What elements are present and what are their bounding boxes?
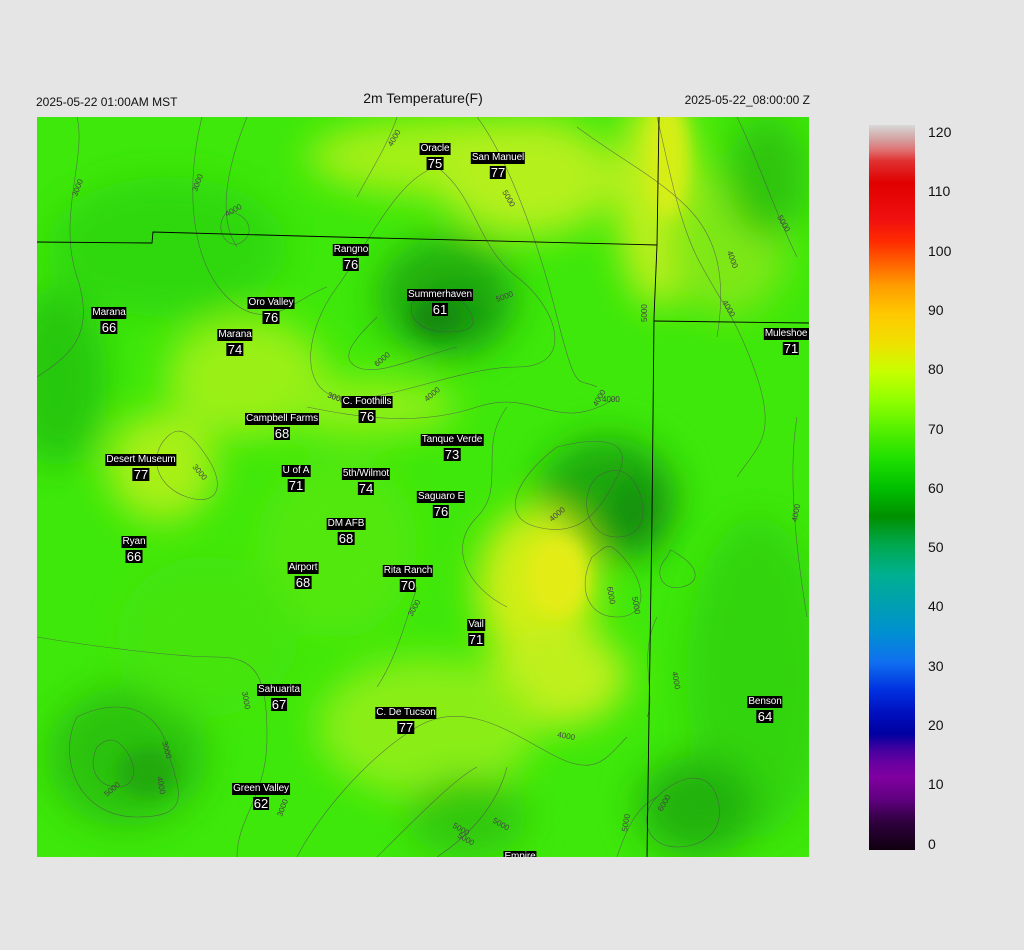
station-name: Ryan bbox=[121, 536, 147, 548]
station-name: 5th/Wilmot bbox=[341, 468, 391, 480]
station-marker: Campbell Farms 68 bbox=[245, 409, 319, 442]
station-temperature: 68 bbox=[273, 426, 291, 441]
station-marker: Benson 64 bbox=[747, 692, 783, 725]
station-temperature: 62 bbox=[252, 796, 270, 811]
station-temperature: 70 bbox=[399, 578, 417, 593]
station-temperature: 71 bbox=[467, 632, 485, 647]
station-temperature: 76 bbox=[358, 409, 376, 424]
colorbar-tick-label: 90 bbox=[928, 301, 944, 318]
station-name: Rangno bbox=[332, 244, 370, 256]
colorbar-tick-label: 10 bbox=[928, 776, 944, 793]
station-name: Marana bbox=[217, 329, 253, 341]
station-temperature: 68 bbox=[337, 531, 355, 546]
colorbar-tick-label: 60 bbox=[928, 479, 944, 496]
utc-time-label: 2025-05-22_08:00:00 Z bbox=[684, 93, 810, 107]
station-marker: C. Foothills 76 bbox=[341, 392, 393, 425]
station-marker: 5th/Wilmot 74 bbox=[341, 464, 391, 497]
station-name: Airport bbox=[287, 562, 319, 574]
colorbar-tick-label: 120 bbox=[928, 124, 952, 140]
station-marker: San Manuel 77 bbox=[470, 148, 526, 181]
station-temperature: 67 bbox=[270, 697, 288, 712]
station-marker: Oracle 75 bbox=[419, 139, 451, 172]
station-name: Benson bbox=[747, 696, 783, 708]
station-temperature: 76 bbox=[262, 310, 280, 325]
colorbar-tick-label: 110 bbox=[928, 183, 951, 200]
colorbar-tick-label: 70 bbox=[928, 420, 944, 437]
station-temperature: 77 bbox=[489, 165, 507, 180]
station-marker: Airport 68 bbox=[287, 558, 319, 591]
station-name: U of A bbox=[281, 465, 311, 477]
station-marker: C. De Tucson 77 bbox=[375, 703, 437, 736]
station-marker: Rita Ranch 70 bbox=[382, 561, 434, 594]
station-temperature: 71 bbox=[287, 478, 305, 493]
station-marker: Ryan 66 bbox=[121, 532, 147, 565]
colorbar-tick-label: 50 bbox=[928, 539, 944, 556]
station-temperature: 74 bbox=[226, 342, 244, 357]
station-marker: Desert Museum 77 bbox=[105, 450, 177, 483]
colorbar-tick-label: 30 bbox=[928, 657, 944, 674]
station-name: Saguaro E bbox=[416, 491, 466, 503]
station-temperature: 66 bbox=[100, 320, 118, 335]
colorbar-tick-label: 80 bbox=[928, 361, 944, 378]
station-name: Muleshoe R bbox=[763, 328, 809, 340]
station-temperature: 76 bbox=[342, 257, 360, 272]
station-temperature: 71 bbox=[782, 341, 800, 356]
station-marker: Saguaro E 76 bbox=[416, 487, 466, 520]
station-marker: Rangno 76 bbox=[332, 240, 370, 273]
station-marker: Empire bbox=[503, 847, 537, 857]
station-temperature: 77 bbox=[397, 720, 415, 735]
station-temperature: 76 bbox=[432, 504, 450, 519]
temperature-colorbar bbox=[869, 125, 915, 850]
station-name: Campbell Farms bbox=[245, 413, 319, 425]
contour-elevation-label: 4000 bbox=[602, 395, 620, 404]
station-temperature: 75 bbox=[426, 156, 444, 171]
station-name: San Manuel bbox=[470, 152, 526, 164]
station-temperature: 74 bbox=[357, 481, 375, 496]
station-name: Green Valley bbox=[232, 783, 290, 795]
station-name: Summerhaven bbox=[407, 289, 473, 301]
station-marker: Marana 74 bbox=[217, 325, 253, 358]
station-marker: Vail 71 bbox=[467, 615, 485, 648]
station-name: C. De Tucson bbox=[375, 707, 437, 719]
station-name: Rita Ranch bbox=[382, 565, 434, 577]
station-name: C. Foothills bbox=[341, 396, 393, 408]
station-marker: Sahuarita 67 bbox=[257, 680, 301, 713]
station-temperature: 73 bbox=[443, 447, 461, 462]
station-name: Sahuarita bbox=[257, 684, 301, 696]
station-marker: Summerhaven 61 bbox=[407, 285, 473, 318]
station-name: DM AFB bbox=[326, 518, 366, 530]
station-marker: Oro Valley 76 bbox=[247, 293, 295, 326]
contour-elevation-label: 5000 bbox=[640, 304, 649, 322]
colorbar-tick-label: 100 bbox=[928, 242, 952, 259]
station-marker: Muleshoe R71 bbox=[763, 324, 809, 357]
station-marker: Tanque Verde 73 bbox=[420, 430, 484, 463]
station-temperature: 64 bbox=[756, 709, 774, 724]
colorbar-tick-label: 40 bbox=[928, 598, 944, 615]
station-temperature: 66 bbox=[125, 549, 143, 564]
station-name: Empire bbox=[503, 851, 537, 857]
station-name: Vail bbox=[467, 619, 485, 631]
temperature-map: 3000 3000 4000 4000 4000 5000 6000 5000 4000 4000… bbox=[37, 117, 809, 857]
station-temperature: 68 bbox=[294, 575, 312, 590]
station-temperature: 61 bbox=[431, 302, 449, 317]
station-name: Marana bbox=[91, 307, 127, 319]
station-temperature: 77 bbox=[132, 467, 150, 482]
station-marker: Green Valley 62 bbox=[232, 779, 290, 812]
colorbar-tick-label: 0 bbox=[928, 835, 936, 852]
station-name: Tanque Verde bbox=[420, 434, 484, 446]
station-marker: DM AFB 68 bbox=[326, 514, 366, 547]
station-marker: U of A 71 bbox=[281, 461, 311, 494]
station-name: Oracle bbox=[419, 143, 451, 155]
station-name: Desert Museum bbox=[105, 454, 177, 466]
station-marker: Marana 66 bbox=[91, 303, 127, 336]
colorbar-tick-label: 20 bbox=[928, 717, 944, 733]
station-name: Oro Valley bbox=[247, 297, 295, 309]
